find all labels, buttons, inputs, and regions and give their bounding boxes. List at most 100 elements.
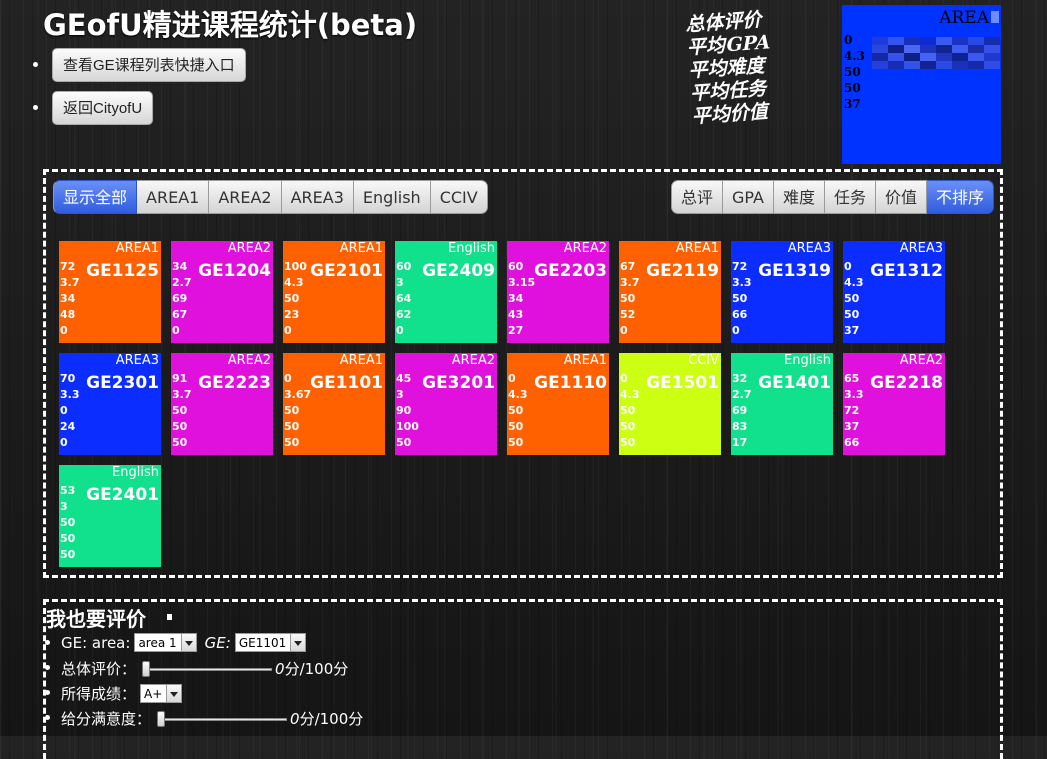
course-tile[interactable]: AREA3 GE1312 0 4.3 50 50 37: [843, 241, 945, 343]
course-stat-value: 100: [284, 260, 307, 273]
course-stat-value: 3.15: [508, 276, 536, 289]
course-tile[interactable]: AREA1 GE2119 67 3.7 50 52 0: [619, 241, 721, 343]
ge-row: GE: area: area 1 GE: GE1101: [61, 633, 307, 652]
course-stat-value: 0: [60, 404, 68, 417]
course-stat-value: 3: [396, 388, 404, 401]
overall-score: 0分/100分: [275, 658, 348, 679]
course-stat-value: 4.3: [844, 276, 864, 289]
ge-course-list-button[interactable]: 查看GE课程列表快捷入口: [52, 48, 246, 82]
course-stat-value: 0: [172, 324, 180, 337]
filter-area2[interactable]: AREA2: [209, 180, 282, 214]
summary-area-label: AREA: [939, 8, 989, 28]
course-stats: 70 3.3 0 24 0: [60, 371, 80, 451]
sort-difficulty[interactable]: 难度: [773, 180, 825, 214]
course-stat-value: 65: [844, 372, 860, 385]
course-stats: 65 3.3 72 37 66: [844, 371, 864, 451]
filter-show-all[interactable]: 显示全部: [53, 180, 138, 214]
course-stats: 53 3 50 50 50: [60, 483, 75, 563]
course-stat-value: 34: [508, 292, 524, 305]
course-code: GE2223: [198, 373, 271, 393]
bullet-icon: [45, 715, 50, 720]
course-stat-value: 69: [732, 404, 748, 417]
course-tile[interactable]: CCIV GE1501 0 4.3 50 50 50: [619, 353, 721, 455]
back-to-cityofu-button[interactable]: 返回CityofU: [52, 91, 154, 125]
ge-select[interactable]: GE1101: [234, 633, 307, 652]
satisfaction-slider[interactable]: [157, 710, 288, 727]
course-area: English: [112, 465, 159, 480]
sort-value[interactable]: 价值: [875, 180, 927, 214]
course-stats: 60 3 64 62 0: [396, 259, 411, 339]
course-stat-value: 50: [284, 292, 300, 305]
course-tile[interactable]: AREA2 GE1204 34 2.7 69 67 0: [171, 241, 273, 343]
course-stat-value: 0: [620, 324, 628, 337]
bullet-icon: [33, 62, 38, 67]
sort-workload[interactable]: 任务: [824, 180, 876, 214]
summary-labels: 总体评价 平均GPA 平均难度 平均任务 平均价值: [685, 3, 854, 129]
bullet-icon: [45, 640, 50, 645]
course-tile[interactable]: AREA1 GE1125 72 3.7 34 48 0: [59, 241, 161, 343]
course-tile[interactable]: AREA2 GE2218 65 3.3 72 37 66: [843, 353, 945, 455]
course-tile[interactable]: AREA1 GE1101 0 3.67 50 50 50: [283, 353, 385, 455]
filter-area3[interactable]: AREA3: [281, 180, 354, 214]
filter-area1[interactable]: AREA1: [137, 180, 210, 214]
course-stat-value: 72: [844, 404, 860, 417]
course-code: GE2301: [86, 373, 159, 393]
evaluate-title: 我也要评价: [46, 607, 146, 631]
sort-gpa[interactable]: GPA: [722, 180, 774, 214]
satisfaction-score-unit: 分/100分: [299, 710, 364, 728]
sort-overall[interactable]: 总评: [670, 180, 723, 214]
course-code: GE2203: [534, 261, 607, 281]
course-tile[interactable]: AREA1 GE2101 100 4.3 50 23 0: [283, 241, 385, 343]
course-stat-value: 90: [396, 404, 412, 417]
filter-cciv[interactable]: CCIV: [430, 180, 488, 214]
course-tile[interactable]: AREA3 GE1319 72 3.3 50 66 0: [731, 241, 833, 343]
course-stats: 72 3.7 34 48 0: [60, 259, 80, 339]
summary-value: 50: [844, 65, 861, 79]
course-stat-value: 0: [284, 324, 292, 337]
course-stats: 0 4.3 50 50 50: [620, 371, 640, 451]
bullet-icon: [33, 105, 38, 110]
area-select[interactable]: area 1: [134, 633, 197, 652]
grade-label: 所得成绩：: [61, 685, 137, 703]
area-select-value: area 1: [138, 635, 177, 650]
summary-box: AREA 0 4.3 50 50 37: [842, 5, 1001, 164]
slider-thumb[interactable]: [142, 660, 151, 677]
course-stat-value: 4.3: [508, 388, 528, 401]
course-tile[interactable]: English GE1401 32 2.7 69 83 17: [731, 353, 833, 455]
course-code: GE2218: [870, 373, 943, 393]
sort-none[interactable]: 不排序: [926, 180, 994, 214]
course-code: GE2409: [422, 261, 495, 281]
course-stat-value: 3.3: [844, 388, 864, 401]
course-tile[interactable]: AREA2 GE2203 60 3.15 34 43 27: [507, 241, 609, 343]
course-stat-value: 100: [396, 420, 419, 433]
summary-value: 4.3: [844, 49, 865, 63]
course-area: AREA1: [675, 241, 719, 256]
course-stat-value: 0: [620, 372, 628, 385]
course-stat-value: 45: [396, 372, 412, 385]
course-tile[interactable]: AREA3 GE2301 70 3.3 0 24 0: [59, 353, 161, 455]
course-area: AREA2: [227, 353, 271, 368]
course-stat-value: 50: [172, 404, 188, 417]
grade-select[interactable]: A+: [140, 684, 183, 703]
course-stat-value: 50: [508, 436, 524, 449]
course-tile[interactable]: English GE2409 60 3 64 62 0: [395, 241, 497, 343]
course-tile[interactable]: AREA1 GE1110 0 4.3 50 50 50: [507, 353, 609, 455]
overall-slider[interactable]: [142, 660, 273, 677]
text-cursor: [167, 614, 172, 620]
course-area: AREA2: [899, 353, 943, 368]
course-stat-value: 50: [284, 436, 300, 449]
course-stat-value: 50: [172, 436, 188, 449]
course-stat-value: 60: [396, 260, 412, 273]
course-stat-value: 52: [620, 308, 636, 321]
course-stats: 32 2.7 69 83 17: [732, 371, 752, 451]
slider-thumb[interactable]: [157, 710, 166, 727]
course-stat-value: 50: [620, 404, 636, 417]
course-tile[interactable]: English GE2401 53 3 50 50 50: [59, 465, 161, 567]
course-tile[interactable]: AREA2 GE3201 45 3 90 100 50: [395, 353, 497, 455]
course-stat-value: 3: [60, 500, 68, 513]
filter-english[interactable]: English: [353, 180, 431, 214]
course-stat-value: 0: [284, 372, 292, 385]
course-stat-value: 27: [508, 324, 524, 337]
course-tile[interactable]: AREA2 GE2223 91 3.7 50 50 50: [171, 353, 273, 455]
course-stat-value: 0: [60, 324, 68, 337]
